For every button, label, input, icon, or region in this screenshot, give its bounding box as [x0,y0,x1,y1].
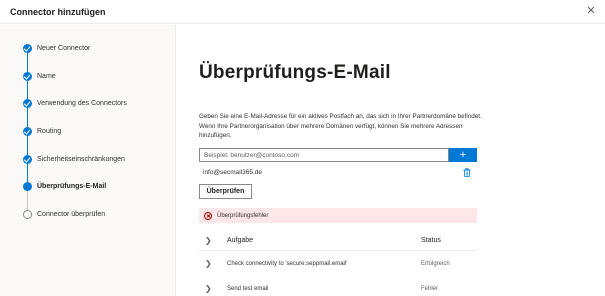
step-ueberpruefungs-email[interactable]: Überprüfungs-E-Mail [23,180,106,192]
step-label: Name [37,72,56,80]
title-bar: Connector hinzufügen ✕ [0,0,605,24]
window-title: Connector hinzufügen [10,7,106,17]
pending-step-icon [23,209,32,219]
verify-button[interactable]: Überprüfen [199,184,252,199]
step-label: Überprüfungs-E-Mail [37,182,107,190]
check-icon [23,43,32,53]
list-item: info@secmail365.de [199,166,471,178]
check-icon [23,126,32,136]
close-icon[interactable]: ✕ [583,3,599,19]
results-table: ❯ Aufgabe Status ❯ Check connectivity to… [199,231,477,296]
step-sicherheit[interactable]: Sicherheitseinschränkungen [23,153,125,165]
step-label: Neuer Connector [37,44,91,52]
error-icon [204,211,212,220]
column-header-status: Status [421,237,441,244]
table-row[interactable]: ❯ Check connectivity to 'secure.seppmail… [199,251,477,276]
step-label: Routing [37,127,62,135]
error-message-bar: Überprüfungsfehler [199,208,477,223]
step-label: Verwendung des Connectors [37,99,127,107]
trash-icon[interactable] [463,167,471,177]
chevron-right-icon[interactable]: ❯ [205,236,215,245]
step-neuer-connector[interactable]: Neuer Connector [23,42,90,54]
description-text: Geben Sie eine E-Mail-Adresse für ein ak… [199,113,482,139]
wizard-steps-sidebar: Neuer Connector Name Verwendung des Conn… [0,25,176,296]
step-routing[interactable]: Routing [23,125,61,137]
main-panel: Überprüfungs-E-Mail Geben Sie eine E-Mai… [177,25,605,296]
error-text: Überprüfungsfehler [217,212,269,219]
status-cell: Fehler [421,285,439,292]
plus-icon[interactable]: + [449,148,477,162]
step-label: Sicherheitseinschränkungen [37,155,125,163]
task-cell: Check connectivity to 'secure.seppmail.e… [227,260,348,267]
check-icon [23,71,32,81]
chevron-right-icon[interactable]: ❯ [205,259,215,268]
task-cell: Send test email [227,285,269,292]
column-header-task: Aufgabe [227,237,254,244]
step-name[interactable]: Name [23,70,56,82]
email-input[interactable] [199,148,449,162]
step-verwendung[interactable]: Verwendung des Connectors [23,97,127,109]
table-row[interactable]: ❯ Send test email Fehler [199,276,477,296]
check-icon [23,154,32,164]
status-cell: Erfolgreich [421,260,450,267]
email-entry: info@secmail365.de [203,168,262,176]
step-label: Connector überprüfen [37,210,106,218]
chevron-right-icon[interactable]: ❯ [205,284,215,293]
step-connector-ueberpruefen[interactable]: Connector überprüfen [23,208,105,220]
table-header-row: ❯ Aufgabe Status [199,231,477,251]
check-icon [23,98,32,108]
current-step-icon [23,181,32,191]
page-title: Überprüfungs-E-Mail [199,62,391,83]
